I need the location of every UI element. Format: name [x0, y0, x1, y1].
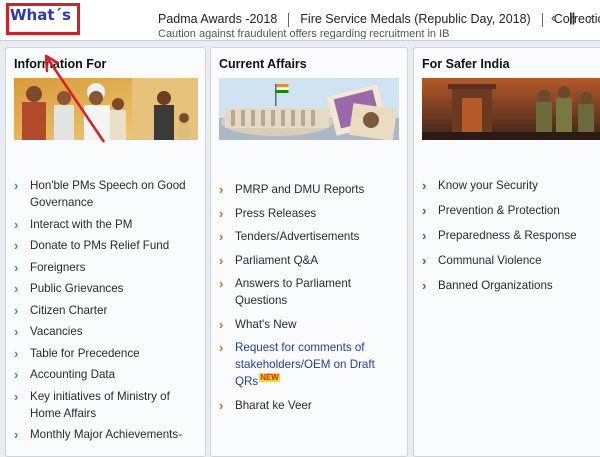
- panel-title: Information For: [14, 57, 107, 71]
- ticker-prev-icon[interactable]: ‹: [551, 10, 555, 25]
- chevron-right-icon: ›: [14, 238, 19, 253]
- ticker-pause-icon[interactable]: ||: [569, 10, 575, 25]
- safer-india-list: › Know your Security › Prevention & Protec…: [422, 177, 592, 302]
- ticker-next-icon[interactable]: ›: [588, 10, 592, 25]
- list-item[interactable]: › Know your Security: [422, 177, 592, 194]
- list-item[interactable]: › Vacancies: [14, 323, 200, 340]
- list-item[interactable]: › Citizen Charter: [14, 302, 200, 319]
- chevron-right-icon: ›: [14, 324, 19, 339]
- chevron-right-icon: ›: [14, 259, 19, 275]
- list-item[interactable]: › Foreigners: [14, 259, 200, 276]
- ticker-item[interactable]: Correctio: [554, 12, 600, 26]
- list-item[interactable]: › Donate to PMs Relief Fund: [14, 237, 200, 254]
- ticker-subline[interactable]: Caution against fraudulent offers regard…: [158, 29, 468, 39]
- chevron-right-icon: ›: [14, 281, 19, 296]
- list-item[interactable]: › Prevention & Protection: [422, 202, 592, 219]
- ticker-separator: [541, 12, 543, 27]
- chevron-right-icon: ›: [219, 252, 224, 268]
- whats-new-label[interactable]: What´s: [10, 6, 71, 24]
- india-gate-banner-image: [422, 78, 600, 140]
- chevron-right-icon: ›: [219, 229, 224, 244]
- people-banner-image: [14, 78, 198, 140]
- chevron-right-icon: ›: [14, 178, 19, 193]
- current-affairs-list: › PMRP and DMU Reports › Press Releases › T…: [219, 181, 399, 420]
- for-safer-india-panel: For Safer India › Know your Security › Pre…: [413, 47, 600, 457]
- list-item[interactable]: › Banned Organizations: [422, 277, 592, 294]
- chevron-right-icon: ›: [422, 178, 427, 193]
- chevron-right-icon: ›: [422, 278, 427, 293]
- list-item[interactable]: › Public Grievances: [14, 280, 200, 297]
- list-item[interactable]: › Table for Precedence: [14, 345, 200, 362]
- list-item[interactable]: › Hon'ble PMs Speech on Good Governance: [14, 177, 200, 211]
- list-item[interactable]: › Accounting Data: [14, 366, 200, 383]
- list-item[interactable]: › Parliament Q&A: [219, 252, 399, 269]
- list-item[interactable]: › Monthly Major Achievements-: [14, 426, 200, 443]
- list-item[interactable]: › Tenders/Advertisements: [219, 228, 399, 245]
- list-item[interactable]: › Preparedness & Response: [422, 227, 592, 244]
- chevron-right-icon: ›: [14, 345, 19, 361]
- list-item[interactable]: › Key initiatives of Ministry of Home Aff…: [14, 388, 200, 422]
- list-item[interactable]: › Bharat ke Veer: [219, 397, 399, 414]
- chevron-right-icon: ›: [14, 302, 19, 318]
- current-affairs-panel: Current Affairs › PMRP and DMU Reports › P…: [210, 47, 408, 457]
- list-item[interactable]: › PMRP and DMU Reports: [219, 181, 399, 198]
- chevron-right-icon: ›: [219, 397, 224, 413]
- information-for-panel: Information For › Hon'ble PMs Speech on G…: [5, 47, 206, 457]
- chevron-right-icon: ›: [14, 427, 19, 442]
- panel-title: For Safer India: [422, 57, 510, 71]
- new-badge: NEW: [259, 373, 280, 382]
- list-item[interactable]: › Interact with the PM: [14, 216, 200, 233]
- list-item[interactable]: › What's New: [219, 316, 399, 333]
- list-item[interactable]: › Request for comments of stakeholders/OE…: [219, 339, 399, 390]
- ticker-separator: [288, 12, 290, 27]
- chevron-right-icon: ›: [422, 228, 427, 243]
- chevron-right-icon: ›: [219, 276, 224, 291]
- ticker-item[interactable]: Padma Awards -2018: [158, 12, 277, 26]
- ticker-item[interactable]: Fire Service Medals (Republic Day, 2018): [300, 12, 530, 26]
- news-ticker: What´s Padma Awards -2018 Fire Service Me…: [0, 0, 600, 41]
- chevron-right-icon: ›: [14, 367, 19, 382]
- panel-title: Current Affairs: [219, 57, 307, 71]
- chevron-right-icon: ›: [219, 340, 224, 355]
- parliament-banner-image: [219, 78, 399, 140]
- information-list: › Hon'ble PMs Speech on Good Governance ›…: [14, 177, 200, 448]
- chevron-right-icon: ›: [219, 316, 224, 332]
- chevron-right-icon: ›: [219, 205, 224, 221]
- list-item[interactable]: › Communal Violence: [422, 252, 592, 269]
- list-item[interactable]: › Press Releases: [219, 205, 399, 222]
- ticker-items: Padma Awards -2018 Fire Service Medals (R…: [158, 12, 600, 27]
- chevron-right-icon: ›: [219, 182, 224, 197]
- list-item[interactable]: › Answers to Parliament Questions: [219, 275, 399, 309]
- chevron-right-icon: ›: [14, 388, 19, 404]
- chevron-right-icon: ›: [422, 203, 427, 218]
- chevron-right-icon: ›: [14, 216, 19, 232]
- chevron-right-icon: ›: [422, 253, 427, 268]
